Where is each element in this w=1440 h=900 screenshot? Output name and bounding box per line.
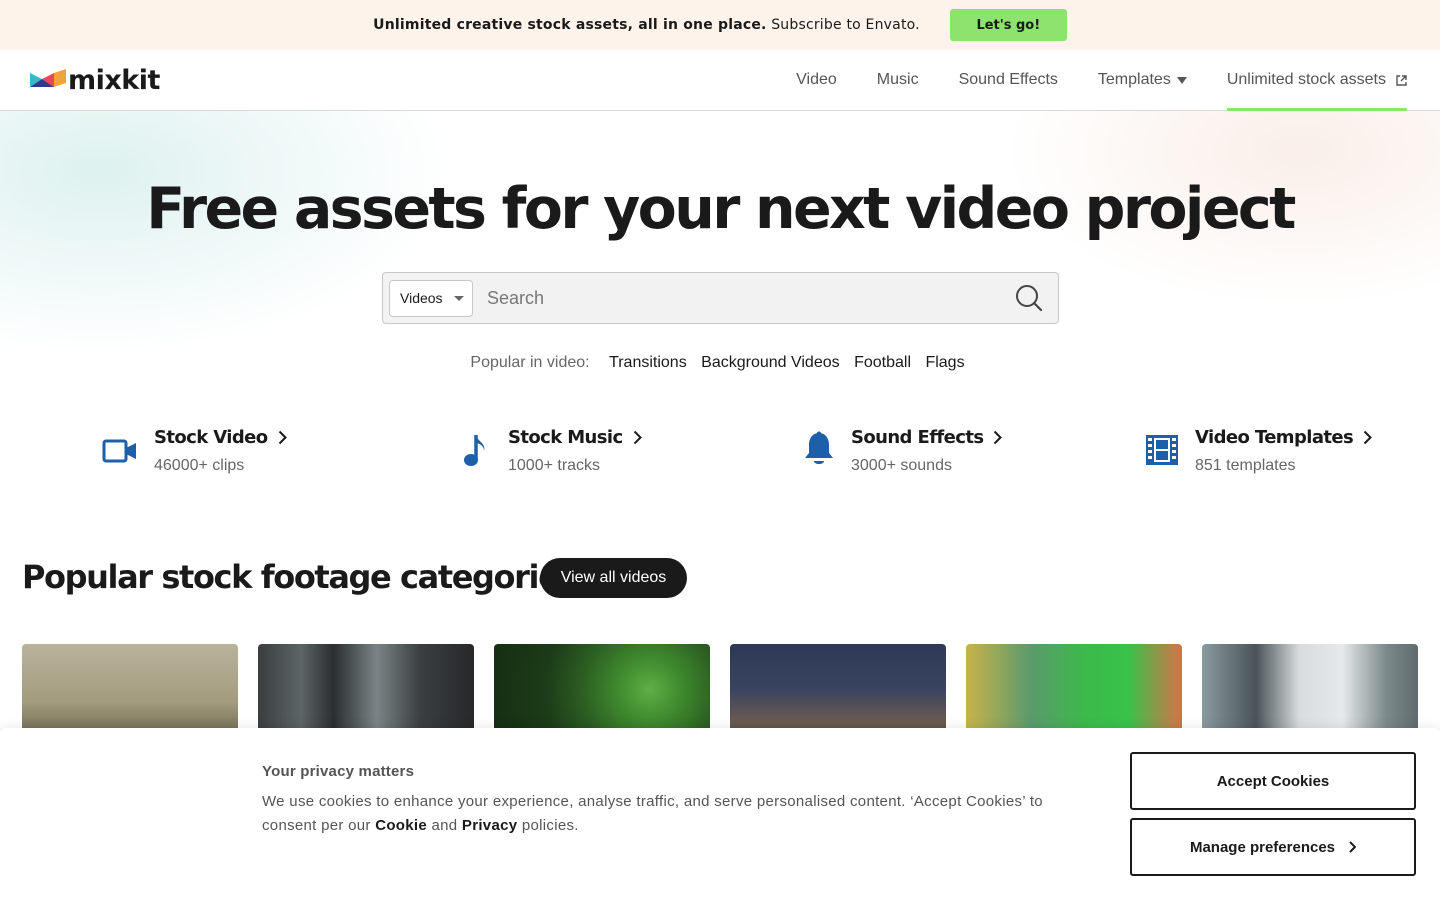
promo-subscribe-text: Subscribe to Envato.: [771, 17, 920, 33]
accept-cookies-label: Accept Cookies: [1216, 772, 1330, 790]
category-subtitle: 1000+ tracks: [508, 457, 601, 474]
promo-text: Unlimited creative stock assets, all in …: [373, 17, 920, 33]
nav-unlimited-label: Unlimited stock assets: [1226, 71, 1386, 88]
popular-tag-background-videos[interactable]: Background Videos: [701, 354, 839, 371]
footage-section-title: Popular stock footage categories: [22, 558, 577, 596]
category-title: Sound Effects: [851, 427, 984, 448]
privacy-policy-link[interactable]: Privacy: [462, 817, 517, 834]
promo-bold-text: Unlimited creative stock assets, all in …: [373, 17, 767, 33]
search-icon[interactable]: [1015, 284, 1043, 312]
cookie-policies-text: policies.: [521, 817, 579, 834]
main-nav: Video Music Sound Effects Templates Unli…: [796, 50, 1410, 111]
popular-label: Popular in video:: [470, 354, 590, 371]
category-title: Stock Video: [154, 427, 268, 448]
chevron-right-icon: [633, 430, 642, 445]
chevron-right-icon: [1363, 430, 1373, 445]
manage-preferences-button[interactable]: Manage preferences: [1130, 818, 1416, 876]
popular-tag-football[interactable]: Football: [854, 354, 911, 371]
site-header: mixkit Video Music Sound Effects Templat…: [0, 50, 1440, 111]
nav-unlimited-stock-assets[interactable]: Unlimited stock assets: [1226, 50, 1408, 111]
nav-templates-label: Templates: [1097, 71, 1171, 88]
accept-cookies-button[interactable]: Accept Cookies: [1130, 752, 1416, 810]
promo-cta-button[interactable]: Let's go!: [949, 9, 1067, 41]
popular-tag-transitions[interactable]: Transitions: [609, 354, 687, 371]
search-type-value: Videos: [400, 290, 443, 306]
promo-bar: Unlimited creative stock assets, all in …: [0, 0, 1440, 50]
category-title: Stock Music: [508, 427, 623, 448]
cookie-policy-link[interactable]: Cookie: [375, 817, 427, 834]
search-bar: Videos: [382, 272, 1059, 324]
nav-video-label: Video: [796, 71, 837, 88]
popular-tags: Popular in video: Transitions Background…: [0, 354, 1440, 372]
cookie-text: We use cookies to enhance your experienc…: [262, 790, 1092, 838]
caret-down-icon: [1176, 76, 1187, 84]
category-stock-video[interactable]: Stock Video 46000+ clips: [102, 427, 287, 475]
cookie-banner: Your privacy matters We use cookies to e…: [0, 728, 1440, 900]
chevron-right-icon: [994, 430, 1003, 445]
nav-sound-effects[interactable]: Sound Effects: [959, 50, 1058, 110]
film-strip-icon: [1146, 435, 1178, 465]
mixkit-logo[interactable]: mixkit: [30, 65, 160, 96]
cookie-and-text: and: [431, 817, 458, 834]
video-camera-icon: [102, 439, 136, 463]
music-note-icon: [464, 435, 485, 466]
view-all-videos-button[interactable]: View all videos: [540, 558, 687, 598]
chevron-right-icon: [278, 430, 287, 445]
nav-music[interactable]: Music: [877, 50, 919, 110]
category-subtitle: 3000+ sounds: [851, 457, 952, 474]
category-sound-effects[interactable]: Sound Effects 3000+ sounds: [803, 427, 1003, 475]
external-link-icon: [1396, 74, 1407, 86]
category-subtitle: 46000+ clips: [154, 457, 245, 474]
popular-tag-flags[interactable]: Flags: [925, 354, 964, 371]
category-video-templates[interactable]: Video Templates 851 templates: [1145, 427, 1373, 475]
nav-music-label: Music: [876, 71, 919, 88]
hero-title: Free assets for your next video project: [146, 176, 1296, 242]
category-subtitle: 851 templates: [1195, 457, 1296, 474]
nav-sound-effects-label: Sound Effects: [958, 71, 1058, 88]
caret-down-icon: [453, 295, 464, 301]
manage-preferences-label: Manage preferences: [1189, 838, 1336, 856]
bell-icon: [805, 431, 833, 464]
cookie-title: Your privacy matters: [262, 763, 415, 780]
logo-wordmark: mixkit: [68, 64, 160, 96]
search-type-select[interactable]: Videos: [389, 279, 473, 317]
category-title: Video Templates: [1195, 427, 1354, 448]
search-input[interactable]: [487, 278, 1015, 318]
chevron-right-icon: [1349, 841, 1357, 853]
logo-mark-icon: [30, 69, 66, 87]
nav-templates[interactable]: Templates: [1098, 50, 1187, 110]
nav-video[interactable]: Video: [796, 50, 837, 110]
category-stock-music[interactable]: Stock Music 1000+ tracks: [462, 427, 642, 475]
